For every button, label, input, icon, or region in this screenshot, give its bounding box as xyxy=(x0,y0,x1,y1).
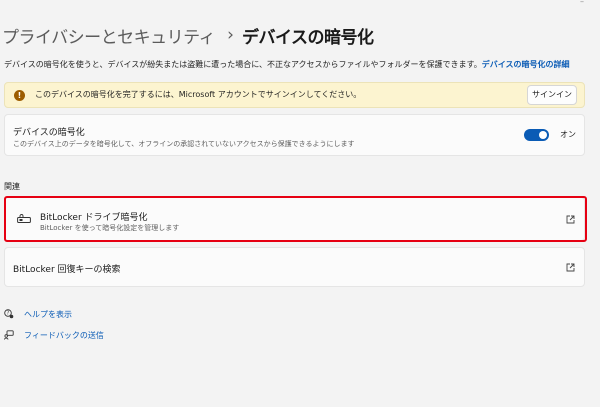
help-icon: ? xyxy=(4,309,14,319)
window-close-hint: – xyxy=(580,0,584,6)
drive-lock-icon xyxy=(17,214,31,223)
svg-text:?: ? xyxy=(7,311,10,317)
encryption-toggle[interactable] xyxy=(524,129,549,141)
related-heading: 関連 xyxy=(4,182,20,191)
bitlocker-subtitle: BitLocker を使って暗号化設定を管理します xyxy=(40,224,180,232)
bitlocker-drive-encryption-card[interactable]: BitLocker ドライブ暗号化 BitLocker を使って暗号化設定を管理… xyxy=(4,197,585,241)
help-link-row[interactable]: ? ヘルプを表示 xyxy=(4,307,72,321)
help-link[interactable]: ヘルプを表示 xyxy=(24,309,72,320)
encryption-subtitle: このデバイス上のデータを暗号化して、オフラインの承認されていないアクセスから保護… xyxy=(13,140,355,148)
page-description: デバイスの暗号化を使うと、デバイスが紛失または盗難に遭った場合に、不正なアクセス… xyxy=(4,57,600,73)
page-title: デバイスの暗号化 xyxy=(241,27,374,48)
breadcrumb: プライバシーとセキュリティ › デバイスの暗号化 xyxy=(2,18,374,52)
bitlocker-recovery-key-card[interactable]: BitLocker 回復キーの検索 xyxy=(4,247,585,287)
toggle-knob xyxy=(539,131,547,139)
warning-info-icon: ! xyxy=(14,90,25,101)
open-external-icon xyxy=(566,263,575,272)
feedback-icon xyxy=(4,330,14,340)
bitlocker-title: BitLocker ドライブ暗号化 xyxy=(40,213,148,223)
feedback-link-row[interactable]: フィードバックの送信 xyxy=(4,328,104,342)
feedback-link[interactable]: フィードバックの送信 xyxy=(24,330,104,341)
device-encryption-card: デバイスの暗号化 このデバイス上のデータを暗号化して、オフラインの承認されていな… xyxy=(4,114,585,156)
signin-button[interactable]: サインイン xyxy=(527,85,577,105)
encryption-title: デバイスの暗号化 xyxy=(13,128,85,138)
signin-infobar: ! このデバイスの暗号化を完了するには、Microsoft アカウントでサインイ… xyxy=(4,82,585,108)
toggle-state-label: オン xyxy=(560,130,576,139)
breadcrumb-chevron-icon: › xyxy=(227,25,234,45)
open-external-icon xyxy=(566,215,575,224)
recovery-title: BitLocker 回復キーの検索 xyxy=(13,265,121,275)
breadcrumb-parent[interactable]: プライバシーとセキュリティ xyxy=(2,23,216,48)
description-text: デバイスの暗号化を使うと、デバイスが紛失または盗難に遭った場合に、不正なアクセス… xyxy=(4,60,482,69)
infobar-message: このデバイスの暗号化を完了するには、Microsoft アカウントでサインインし… xyxy=(35,90,362,99)
learn-more-link[interactable]: デバイスの暗号化の詳細 xyxy=(482,60,570,69)
